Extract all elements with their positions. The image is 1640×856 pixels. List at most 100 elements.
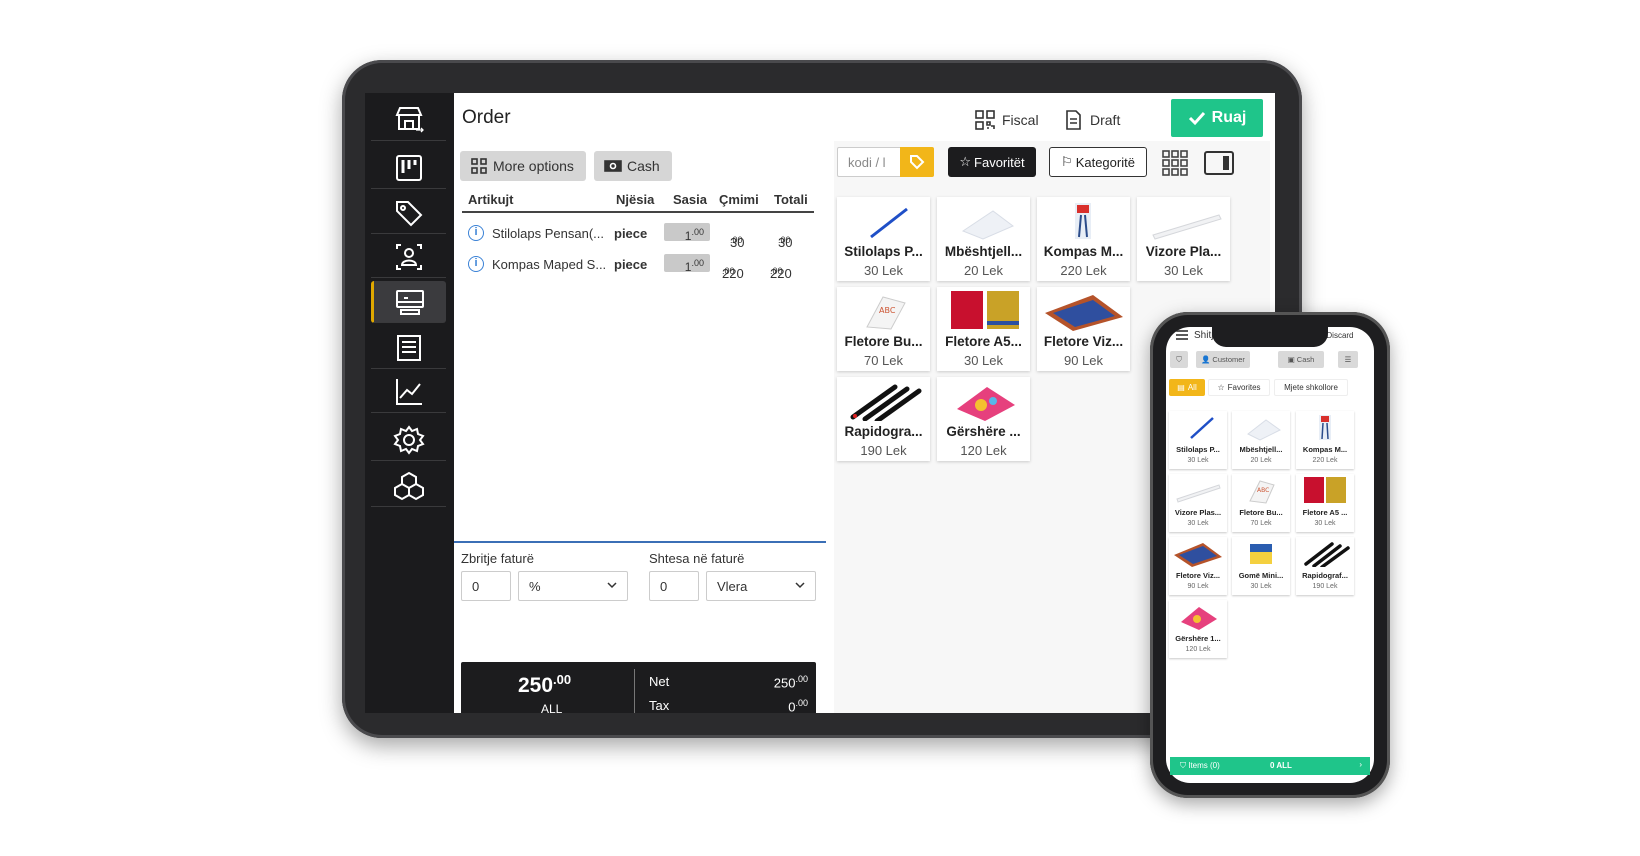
product-card[interactable]: Fletore Viz... 90 Lek	[1037, 287, 1130, 371]
save-button[interactable]: Ruaj	[1171, 99, 1263, 137]
phone-product-card[interactable]: Vizore Plas... 30 Lek	[1169, 474, 1227, 532]
surcharge-type-select[interactable]: Vlera	[706, 571, 816, 601]
product-name: Vizore Pla...	[1145, 244, 1222, 259]
phone-product-card[interactable]: Fletore A5 ... 30 Lek	[1296, 474, 1354, 532]
discount-type-select[interactable]: %	[518, 571, 628, 601]
list-icon: ☰	[1344, 355, 1352, 364]
kanban-icon	[395, 154, 422, 181]
product-search-input[interactable]: kodi / l	[837, 147, 901, 177]
product-price: 20 Lek	[963, 263, 1004, 278]
sidebar-item-contacts[interactable]	[371, 236, 446, 278]
product-price: 30 Lek	[1314, 520, 1336, 527]
sidebar-item-modules[interactable]	[371, 465, 446, 507]
sidebar-item-invoices[interactable]	[371, 327, 446, 369]
phone-cart-bar[interactable]: ⛉ Items (0) 0 ALL ›	[1170, 757, 1370, 775]
phone-screen: Shitje 🗑 Discard ⛉ 👤Customer ▣Cash ☰ ▤Al…	[1166, 327, 1374, 783]
phone-cash-button[interactable]: ▣ Cash	[1278, 351, 1324, 368]
tax-label: Tax	[649, 698, 670, 713]
check-icon	[1188, 111, 1205, 126]
pen-thumbnail	[1190, 417, 1214, 439]
more-options-button[interactable]: More options	[460, 151, 586, 181]
sidebar-item-board[interactable]	[371, 147, 446, 189]
qty-input[interactable]: 1.00	[664, 254, 710, 274]
product-name: Fletore Viz...	[1043, 334, 1124, 349]
cash-button[interactable]: Cash	[594, 151, 672, 181]
tab-school-supplies[interactable]: Mjete shkollore	[1274, 379, 1348, 396]
phone-product-card[interactable]: Kompas M... 220 Lek	[1296, 411, 1354, 469]
price-dec: .00	[730, 235, 743, 245]
col-qty: Sasia	[673, 192, 707, 207]
product-price: 20 Lek	[1250, 457, 1272, 464]
customer-button[interactable]: 👤 Customer	[1196, 351, 1250, 368]
row-unit: piece	[614, 257, 648, 272]
settings-icon	[392, 424, 425, 455]
favorites-button[interactable]: ☆ Favoritët	[948, 147, 1036, 177]
row-unit: piece	[614, 226, 648, 241]
phone-product-card[interactable]: Mbështjell... 20 Lek	[1232, 411, 1290, 469]
chevron-right-icon: ›	[1359, 760, 1362, 769]
qty-input[interactable]: 1.00	[664, 223, 710, 243]
product-card[interactable]: Stilolaps P... 30 Lek	[837, 197, 930, 281]
phone-product-card[interactable]: Gomë Mini... 30 Lek	[1232, 537, 1290, 595]
categories-button[interactable]: ⚐ Kategoritë	[1049, 147, 1147, 177]
info-icon[interactable]: i	[468, 225, 484, 241]
scissors-thumbnail	[957, 387, 1015, 421]
star-icon: ☆	[1217, 383, 1225, 392]
notebook-thumbnail: ABC	[1249, 480, 1275, 504]
grid-options-icon	[471, 158, 487, 174]
product-card[interactable]: ABC Fletore Bu... 70 Lek	[837, 287, 930, 371]
product-card[interactable]: Vizore Pla... 30 Lek	[1137, 197, 1230, 281]
sidebar-item-store-switch[interactable]	[371, 99, 446, 141]
customer-label: Customer	[1212, 355, 1245, 364]
phone-tag-button[interactable]: ⛉	[1170, 351, 1188, 368]
phone-product-card[interactable]: ABC Fletore Bu... 70 Lek	[1232, 474, 1290, 532]
chevron-down-icon	[795, 582, 805, 589]
surcharge-input[interactable]: 0	[649, 571, 699, 601]
document-icon	[1066, 110, 1081, 130]
info-icon[interactable]: i	[468, 256, 484, 272]
row-item-name: Stilolaps Pensan(...	[492, 226, 605, 241]
grid-view-icon[interactable]	[1162, 150, 1188, 176]
list-view-button[interactable]: ☰	[1338, 351, 1358, 368]
hamburger-menu-icon[interactable]	[1175, 329, 1189, 341]
product-card[interactable]: Rapidogra... 190 Lek	[837, 377, 930, 461]
product-name: Mbështjell...	[1239, 445, 1283, 454]
phone-product-card[interactable]: Stilolaps P... 30 Lek	[1169, 411, 1227, 469]
tab-all[interactable]: ▤ All	[1169, 379, 1205, 396]
wrap-thumbnail	[961, 210, 1014, 240]
chart-icon	[395, 378, 422, 405]
phone-product-card[interactable]: Gërshëre 1... 120 Lek	[1169, 600, 1227, 658]
chevron-down-icon	[607, 582, 617, 589]
tag-icon: ⛉	[1176, 354, 1182, 364]
panel-toggle-icon[interactable]	[1204, 151, 1234, 175]
person-icon: 👤	[1201, 355, 1211, 364]
phone-product-card[interactable]: Fletore Viz... 90 Lek	[1169, 537, 1227, 595]
sidebar-item-pos[interactable]	[371, 281, 446, 323]
product-name: Gërshëre ...	[946, 424, 1021, 439]
grand-total-int: 250	[518, 674, 554, 697]
table-row[interactable]: i Kompas Maped S... piece 1.00 220.00 22…	[462, 248, 814, 281]
fiscal-button[interactable]: Fiscal	[974, 105, 1039, 135]
barcode-tag-button[interactable]	[900, 147, 934, 177]
discount-input[interactable]: 0	[461, 571, 511, 601]
product-name: Mbështjell...	[944, 244, 1023, 259]
sidebar-item-reports[interactable]	[371, 371, 446, 413]
notebook-a5-thumbnail	[1304, 477, 1346, 503]
product-card[interactable]: Fletore A5... 30 Lek	[937, 287, 1030, 371]
scissors-thumbnail	[1181, 607, 1217, 630]
product-card[interactable]: Kompas M... 220 Lek	[1037, 197, 1130, 281]
tab-favorites[interactable]: ☆ Favorites	[1208, 379, 1270, 396]
table-row[interactable]: i Stilolaps Pensan(... piece 1.00 30.00 …	[462, 217, 814, 250]
grid-icon: ▤	[1177, 383, 1185, 392]
sidebar-item-settings[interactable]	[371, 419, 446, 461]
sidebar-item-tags[interactable]	[371, 192, 446, 234]
eraser-thumbnail	[1250, 544, 1272, 564]
product-name: Gërshëre 1...	[1175, 634, 1221, 643]
product-name: Kompas M...	[1302, 445, 1348, 454]
product-card[interactable]: Gërshëre ... 120 Lek	[937, 377, 1030, 461]
draft-button[interactable]: Draft	[1062, 105, 1120, 135]
pens-thumbnail	[850, 384, 922, 421]
net-value: 250.00	[774, 674, 808, 690]
phone-product-card[interactable]: Rapidograf... 190 Lek	[1296, 537, 1354, 595]
product-card[interactable]: Mbështjell... 20 Lek	[937, 197, 1030, 281]
